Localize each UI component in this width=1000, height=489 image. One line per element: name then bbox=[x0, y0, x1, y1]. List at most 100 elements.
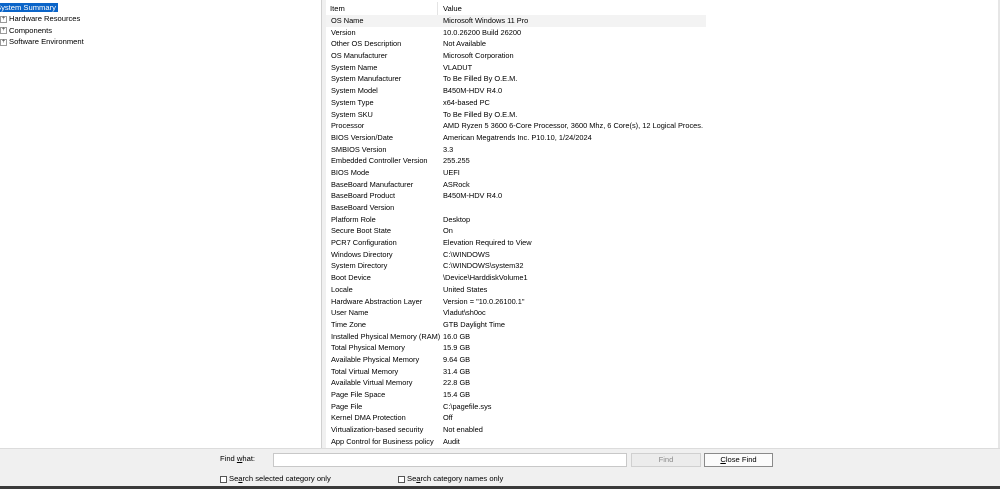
find-what-input[interactable] bbox=[273, 453, 627, 467]
details-list[interactable]: Item Value OS Name Microsoft Windows 11 P… bbox=[326, 0, 1000, 448]
row-value: 255.255 bbox=[443, 156, 470, 166]
list-row[interactable]: Locale United States bbox=[326, 284, 706, 296]
row-item: Locale bbox=[331, 284, 353, 294]
expand-icon[interactable]: + bbox=[0, 15, 7, 23]
list-row[interactable]: Available Physical Memory 9.64 GB bbox=[326, 354, 706, 366]
list-row[interactable]: User Name Vladut\sh0oc bbox=[326, 307, 706, 319]
list-row[interactable]: System Directory C:\WINDOWS\system32 bbox=[326, 260, 706, 272]
list-row[interactable]: PCR7 Configuration Elevation Required to … bbox=[326, 237, 706, 249]
list-row[interactable]: Other OS Description Not Available bbox=[326, 38, 706, 50]
list-row[interactable]: System Name VLADUT bbox=[326, 62, 706, 74]
list-row[interactable]: System Model B450M-HDV R4.0 bbox=[326, 85, 706, 97]
row-value: United States bbox=[443, 284, 488, 294]
row-item: User Name bbox=[331, 308, 369, 318]
column-header-value[interactable]: Value bbox=[439, 2, 705, 16]
find-bar: Find what: Find Close Find Search select… bbox=[0, 448, 1000, 489]
list-row[interactable]: System Type x64-based PC bbox=[326, 97, 706, 109]
row-value: ASRock bbox=[443, 179, 470, 189]
row-value: GTB Daylight Time bbox=[443, 319, 506, 329]
list-row[interactable]: Virtualization-based security Not enabled bbox=[326, 424, 706, 436]
list-row[interactable]: App Control for Business policy Audit bbox=[326, 436, 706, 448]
row-item: System SKU bbox=[331, 109, 373, 119]
list-row[interactable]: BaseBoard Manufacturer ASRock bbox=[326, 179, 706, 191]
row-value: Audit bbox=[443, 436, 460, 446]
row-item: Boot Device bbox=[331, 273, 371, 283]
list-row[interactable]: SMBIOS Version 3.3 bbox=[326, 144, 706, 156]
list-row[interactable]: Embedded Controller Version 255.255 bbox=[326, 155, 706, 167]
row-item: Windows Directory bbox=[331, 249, 393, 259]
row-item: Time Zone bbox=[331, 319, 367, 329]
checkbox-icon[interactable] bbox=[398, 475, 405, 483]
tree-item-components[interactable]: + Components bbox=[0, 25, 52, 36]
row-value: American Megatrends Inc. P10.10, 1/24/20… bbox=[443, 132, 592, 142]
row-item: Kernel DMA Protection bbox=[331, 413, 406, 423]
row-item: App Control for Business policy bbox=[331, 436, 434, 446]
list-row[interactable]: Page File C:\pagefile.sys bbox=[326, 401, 706, 413]
row-item: OS Manufacturer bbox=[331, 51, 388, 61]
list-row[interactable]: Page File Space 15.4 GB bbox=[326, 389, 706, 401]
expand-icon[interactable]: + bbox=[0, 27, 7, 34]
row-value: 3.3 bbox=[443, 144, 454, 154]
row-value: Not Available bbox=[443, 39, 487, 49]
expand-icon[interactable]: + bbox=[0, 38, 7, 46]
row-value: B450M-HDV R4.0 bbox=[443, 191, 503, 201]
find-button[interactable]: Find bbox=[631, 453, 701, 467]
row-item: Version bbox=[331, 27, 356, 37]
tree-item-label: System Summary bbox=[0, 3, 58, 12]
list-row[interactable]: System Manufacturer To Be Filled By O.E.M… bbox=[326, 73, 706, 85]
row-value: x64-based PC bbox=[443, 97, 490, 107]
row-item: Virtualization-based security bbox=[331, 425, 424, 435]
row-item: System Manufacturer bbox=[331, 74, 402, 84]
tree-item-hardware-resources[interactable]: + Hardware Resources bbox=[0, 13, 80, 24]
list-row[interactable]: Platform Role Desktop bbox=[326, 214, 706, 226]
list-row[interactable]: BIOS Mode UEFI bbox=[326, 167, 706, 179]
row-item: System Type bbox=[331, 97, 374, 107]
row-item: Other OS Description bbox=[331, 39, 402, 49]
row-item: SMBIOS Version bbox=[331, 144, 387, 154]
list-row[interactable]: Processor AMD Ryzen 5 3600 6-Core Process… bbox=[326, 120, 706, 132]
list-row[interactable]: System SKU To Be Filled By O.E.M. bbox=[326, 109, 706, 121]
row-item: Available Virtual Memory bbox=[331, 378, 413, 388]
list-row[interactable]: Hardware Abstraction Layer Version = "10.… bbox=[326, 296, 706, 308]
row-item: BIOS Mode bbox=[331, 167, 370, 177]
row-value: C:\pagefile.sys bbox=[443, 401, 492, 411]
row-value: C:\WINDOWS\system32 bbox=[443, 261, 524, 271]
list-row[interactable]: BaseBoard Version bbox=[326, 202, 706, 214]
row-item: PCR7 Configuration bbox=[331, 238, 397, 248]
list-row[interactable]: OS Manufacturer Microsoft Corporation bbox=[326, 50, 706, 62]
list-row[interactable]: OS Name Microsoft Windows 11 Pro bbox=[326, 15, 706, 27]
list-row[interactable]: Total Virtual Memory 31.4 GB bbox=[326, 366, 706, 378]
find-what-label: Find what: bbox=[220, 454, 256, 463]
list-row[interactable]: Available Virtual Memory 22.8 GB bbox=[326, 377, 706, 389]
list-row[interactable]: Windows Directory C:\WINDOWS bbox=[326, 249, 706, 261]
search-category-names-checkbox[interactable]: Search category names only bbox=[398, 474, 503, 484]
close-find-button[interactable]: Close Find bbox=[704, 453, 773, 467]
row-item: BaseBoard Manufacturer bbox=[331, 179, 414, 189]
list-row[interactable]: Secure Boot State On bbox=[326, 225, 706, 237]
list-row[interactable]: Boot Device \Device\HarddiskVolume1 bbox=[326, 272, 706, 284]
row-value: Microsoft Corporation bbox=[443, 51, 514, 61]
row-value: Version = "10.0.26100.1" bbox=[443, 296, 525, 306]
tree-item-label: Software Environment bbox=[9, 37, 84, 46]
tree-item-software-environment[interactable]: + Software Environment bbox=[0, 36, 84, 47]
list-row[interactable]: Installed Physical Memory (RAM) 16.0 GB bbox=[326, 331, 706, 343]
row-value: Desktop bbox=[443, 214, 471, 224]
list-row[interactable]: Time Zone GTB Daylight Time bbox=[326, 319, 706, 331]
row-value: 31.4 GB bbox=[443, 366, 471, 376]
list-row[interactable]: BaseBoard Product B450M-HDV R4.0 bbox=[326, 190, 706, 202]
list-row[interactable]: Kernel DMA Protection Off bbox=[326, 412, 706, 424]
row-value: 10.0.26200 Build 26200 bbox=[443, 27, 522, 37]
tree-item-system-summary[interactable]: System Summary bbox=[0, 2, 58, 13]
category-tree[interactable]: System Summary + Hardware Resources + Comp… bbox=[0, 0, 322, 448]
checkbox-icon[interactable] bbox=[220, 475, 227, 483]
search-selected-category-checkbox[interactable]: Search selected category only bbox=[220, 474, 331, 484]
column-header-item[interactable]: Item bbox=[326, 2, 438, 16]
row-item: Installed Physical Memory (RAM) bbox=[331, 331, 441, 341]
row-value: AMD Ryzen 5 3600 6-Core Processor, 3600 … bbox=[443, 121, 703, 131]
list-row[interactable]: BIOS Version/Date American Megatrends Inc… bbox=[326, 132, 706, 144]
list-row[interactable]: Version 10.0.26200 Build 26200 bbox=[326, 27, 706, 39]
row-item: Embedded Controller Version bbox=[331, 156, 428, 166]
row-value: \Device\HarddiskVolume1 bbox=[443, 273, 528, 283]
list-row[interactable]: Total Physical Memory 15.9 GB bbox=[326, 342, 706, 354]
row-item: OS Name bbox=[331, 16, 364, 25]
